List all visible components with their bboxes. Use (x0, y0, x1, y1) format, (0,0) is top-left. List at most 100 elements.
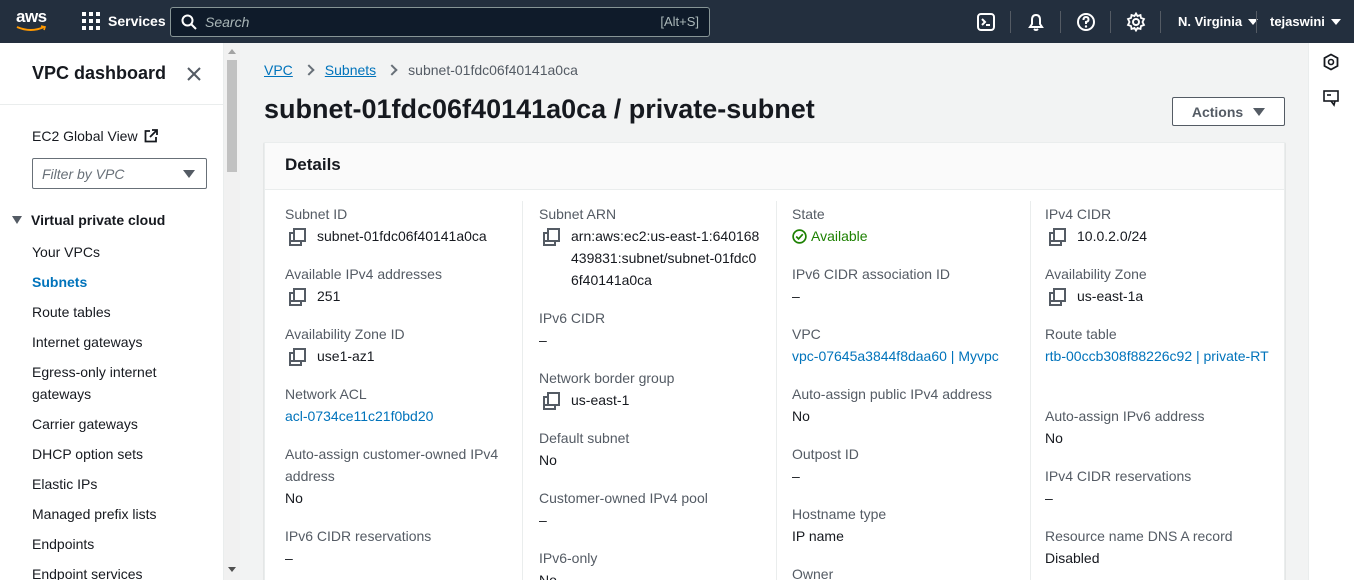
field-value: subnet-01fdc06f40141a0ca (285, 225, 515, 247)
sidebar-section-virtual-private-cloud[interactable]: Virtual private cloud (12, 212, 165, 228)
breadcrumb-vpc-link[interactable]: VPC (264, 62, 293, 78)
global-search[interactable]: [Alt+S] (170, 7, 710, 37)
sidebar-item-managed-prefix-lists[interactable]: Managed prefix lists (32, 503, 212, 525)
field-label: Owner (792, 566, 834, 580)
az-value: us-east-1a (1077, 288, 1144, 304)
external-link-icon (144, 129, 158, 143)
region-selector[interactable]: N. Virginia (1178, 14, 1259, 29)
sidebar-item-your-vpcs[interactable]: Your VPCs (32, 241, 212, 263)
services-label: Services (108, 13, 166, 29)
filter-by-vpc-select[interactable]: Filter by VPC (32, 158, 207, 189)
region-label: N. Virginia (1178, 14, 1243, 29)
caret-down-icon (183, 170, 195, 178)
copy-icon[interactable] (289, 348, 306, 366)
scrollbar-thumb[interactable] (227, 60, 237, 172)
subnet-arn-value: arn:aws:ec2:us-east-1:640168439831:subne… (571, 228, 760, 288)
expand-triangle-icon (12, 216, 22, 224)
info-panel-icon[interactable] (1322, 53, 1340, 71)
field-vpc: VPC vpc-07645a3844f8daa60 | Myvpc (792, 323, 1022, 367)
sidebar-item-subnets[interactable]: Subnets (32, 271, 212, 293)
field-value: – (792, 288, 800, 304)
field-auto-assign-public-ipv4: Auto-assign public IPv4 address No (792, 383, 1022, 427)
copy-icon[interactable] (289, 288, 306, 306)
field-label: IPv6 CIDR reservations (285, 528, 432, 544)
subnet-id-value: subnet-01fdc06f40141a0ca (317, 228, 487, 244)
field-auto-assign-customer-ipv4: Auto-assign customer-owned IPv4 address … (285, 443, 510, 509)
search-icon (181, 14, 197, 30)
field-ipv6-only: IPv6-only No (539, 547, 769, 580)
feedback-icon[interactable] (1322, 89, 1340, 107)
breadcrumb-subnets-link[interactable]: Subnets (325, 62, 376, 78)
field-value: Available (792, 225, 1022, 247)
scroll-up-arrow-icon[interactable] (228, 49, 236, 54)
close-icon[interactable] (186, 66, 202, 82)
field-label: IPv6-only (539, 550, 598, 566)
copy-icon[interactable] (289, 228, 306, 246)
field-value: – (539, 512, 547, 528)
aws-smile-icon (16, 25, 47, 31)
field-value: us-east-1a (1045, 285, 1275, 307)
field-label: Available IPv4 addresses (285, 266, 442, 282)
field-label: Network ACL (285, 386, 367, 402)
filter-placeholder: Filter by VPC (42, 165, 125, 182)
copy-icon[interactable] (543, 392, 560, 410)
copy-icon[interactable] (1049, 228, 1066, 246)
details-panel: Details Subnet ID subnet-01fdc06f40141a0… (264, 142, 1285, 580)
field-value: No (1045, 430, 1063, 446)
gear-icon[interactable] (1126, 12, 1146, 32)
route-table-link[interactable]: rtb-00ccb308f88226c92 | private-RT (1045, 345, 1270, 367)
field-label: Auto-assign public IPv4 address (792, 386, 992, 402)
scroll-down-arrow-icon[interactable] (228, 567, 236, 572)
field-resource-name-dns-a: Resource name DNS A record Disabled (1045, 525, 1275, 569)
chevron-right-icon (303, 64, 315, 76)
field-value: – (792, 468, 800, 484)
aws-logo-text: aws (16, 7, 47, 26)
sidebar-scrollbar[interactable] (224, 43, 240, 580)
available-ipv4-value: 251 (317, 288, 341, 304)
sidebar-item-egress-only-internet-gateways[interactable]: Egress-only internet gateways (32, 361, 212, 405)
field-subnet-id: Subnet ID subnet-01fdc06f40141a0ca (285, 203, 515, 247)
field-label: Availability Zone ID (285, 326, 405, 342)
field-label: State (792, 206, 825, 222)
cloudshell-icon[interactable] (976, 12, 996, 32)
field-az-id: Availability Zone ID use1-az1 (285, 323, 515, 367)
sidebar-title[interactable]: VPC dashboard (32, 63, 166, 84)
field-network-acl: Network ACL acl-0734ce11c21f0bd20 (285, 383, 515, 427)
field-auto-assign-ipv6: Auto-assign IPv6 address No (1045, 405, 1275, 449)
aws-logo[interactable]: aws (16, 7, 50, 35)
sidebar-item-carrier-gateways[interactable]: Carrier gateways (32, 413, 212, 435)
field-ipv4-cidr: IPv4 CIDR 10.0.2.0/24 (1045, 203, 1275, 247)
field-label: Customer-owned IPv4 pool (539, 490, 708, 506)
services-menu-button[interactable]: Services (82, 12, 166, 30)
field-outpost-id: Outpost ID – (792, 443, 1022, 487)
field-label: Default subnet (539, 430, 630, 446)
caret-down-icon (1253, 107, 1266, 116)
field-value: No (539, 452, 557, 468)
status-success-icon (792, 228, 807, 244)
field-availability-zone: Availability Zone us-east-1a (1045, 263, 1275, 307)
sidebar-item-route-tables[interactable]: Route tables (32, 301, 212, 323)
vpc-link[interactable]: vpc-07645a3844f8daa60 | Myvpc (792, 345, 1022, 367)
field-value: use1-az1 (285, 345, 515, 367)
field-ipv6-cidr: IPv6 CIDR – (539, 307, 769, 351)
ec2-global-view-link[interactable]: EC2 Global View (32, 128, 158, 144)
help-icon[interactable] (1076, 12, 1096, 32)
top-navigation: aws Services [Alt+S] (0, 0, 1354, 43)
field-subnet-arn: Subnet ARN arn:aws:ec2:us-east-1:6401684… (539, 203, 764, 291)
account-menu[interactable]: tejaswini (1270, 14, 1341, 29)
bell-icon[interactable] (1026, 12, 1046, 32)
sidebar-item-dhcp-option-sets[interactable]: DHCP option sets (32, 443, 212, 465)
actions-label: Actions (1191, 103, 1244, 120)
sidebar-item-endpoints[interactable]: Endpoints (32, 533, 212, 555)
copy-icon[interactable] (1049, 288, 1066, 306)
search-input[interactable] (205, 14, 625, 30)
sidebar-item-internet-gateways[interactable]: Internet gateways (32, 331, 212, 353)
field-label: Subnet ARN (539, 206, 617, 222)
field-ipv4-cidr-reservations: IPv4 CIDR reservations – (1045, 465, 1275, 509)
copy-icon[interactable] (543, 228, 560, 246)
actions-button[interactable]: Actions (1172, 97, 1285, 126)
field-label: Outpost ID (792, 446, 859, 462)
network-acl-link[interactable]: acl-0734ce11c21f0bd20 (285, 405, 515, 427)
sidebar-item-elastic-ips[interactable]: Elastic IPs (32, 473, 212, 495)
sidebar-item-endpoint-services[interactable]: Endpoint services (32, 563, 212, 580)
